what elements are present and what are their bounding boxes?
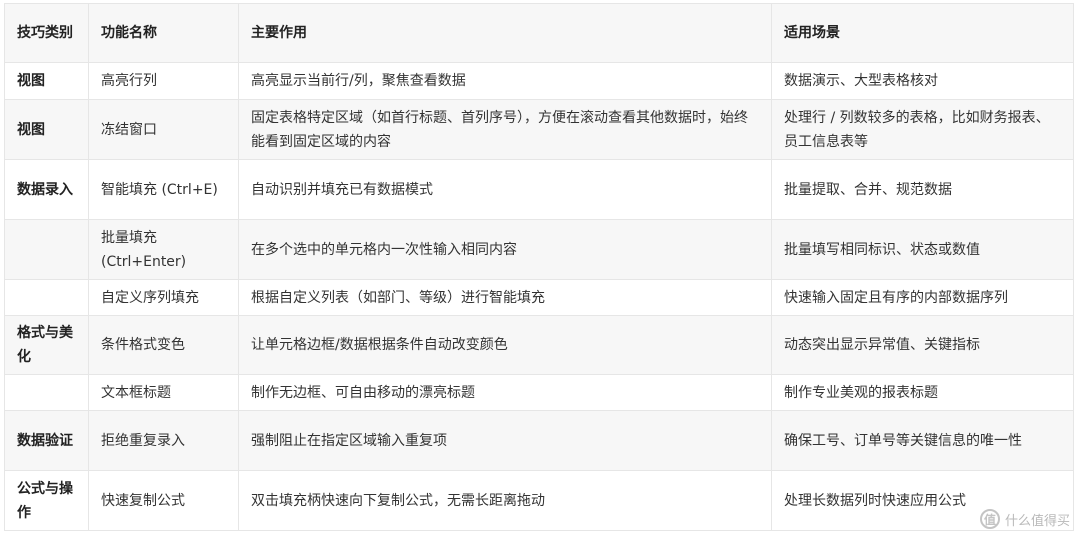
scenario-cell: 处理行 / 列数较多的表格，比如财务报表、员工信息表等	[771, 99, 1074, 160]
header-row: 技巧类别 功能名称 主要作用 适用场景	[4, 3, 1074, 63]
table-row: 批量填充 (Ctrl+Enter) 在多个选中的单元格内一次性输入相同内容 批量…	[4, 219, 1074, 280]
category-cell: 数据验证	[4, 410, 89, 471]
category-cell	[4, 279, 89, 316]
category-cell: 格式与美化	[4, 315, 89, 375]
table-row: 格式与美化 条件格式变色 让单元格边框/数据根据条件自动改变颜色 动态突出显示异…	[4, 315, 1074, 375]
scenario-cell: 确保工号、订单号等关键信息的唯一性	[771, 410, 1074, 471]
table-row: 公式与操作 快速复制公式 双击填充柄快速向下复制公式，无需长距离拖动 处理长数据…	[4, 470, 1074, 531]
purpose-cell: 双击填充柄快速向下复制公式，无需长距离拖动	[238, 470, 772, 531]
feature-cell: 快速复制公式	[88, 470, 239, 531]
header-purpose: 主要作用	[238, 3, 772, 63]
feature-cell: 高亮行列	[88, 62, 239, 100]
feature-cell: 批量填充 (Ctrl+Enter)	[88, 219, 239, 280]
feature-cell: 条件格式变色	[88, 315, 239, 375]
table-row: 数据验证 拒绝重复录入 强制阻止在指定区域输入重复项 确保工号、订单号等关键信息…	[4, 410, 1074, 471]
header-feature: 功能名称	[88, 3, 239, 63]
header-category: 技巧类别	[4, 3, 89, 63]
feature-cell: 自定义序列填充	[88, 279, 239, 316]
purpose-cell: 固定表格特定区域（如首行标题、首列序号），方便在滚动查看其他数据时，始终能看到固…	[238, 99, 772, 160]
purpose-cell: 让单元格边框/数据根据条件自动改变颜色	[238, 315, 772, 375]
feature-cell: 拒绝重复录入	[88, 410, 239, 471]
table-row: 数据录入 智能填充 (Ctrl+E) 自动识别并填充已有数据模式 批量提取、合并…	[4, 159, 1074, 220]
feature-cell: 文本框标题	[88, 374, 239, 411]
category-cell	[4, 374, 89, 411]
scenario-cell: 制作专业美观的报表标题	[771, 374, 1074, 411]
purpose-cell: 在多个选中的单元格内一次性输入相同内容	[238, 219, 772, 280]
feature-cell: 冻结窗口	[88, 99, 239, 160]
feature-cell: 智能填充 (Ctrl+E)	[88, 159, 239, 220]
scenario-cell: 批量提取、合并、规范数据	[771, 159, 1074, 220]
scenario-cell: 动态突出显示异常值、关键指标	[771, 315, 1074, 375]
watermark: 值 什么值得买	[979, 509, 1070, 529]
purpose-cell: 制作无边框、可自由移动的漂亮标题	[238, 374, 772, 411]
purpose-cell: 高亮显示当前行/列，聚焦查看数据	[238, 62, 772, 100]
category-cell: 公式与操作	[4, 470, 89, 531]
category-cell: 视图	[4, 62, 89, 100]
table-row: 文本框标题 制作无边框、可自由移动的漂亮标题 制作专业美观的报表标题	[4, 374, 1074, 411]
category-cell: 数据录入	[4, 159, 89, 220]
watermark-text: 什么值得买	[1004, 513, 1070, 529]
table-row: 视图 冻结窗口 固定表格特定区域（如首行标题、首列序号），方便在滚动查看其他数据…	[4, 99, 1074, 160]
scenario-cell: 快速输入固定且有序的内部数据序列	[771, 279, 1074, 316]
purpose-cell: 强制阻止在指定区域输入重复项	[238, 410, 772, 471]
scenario-cell: 批量填写相同标识、状态或数值	[771, 219, 1074, 280]
scenario-cell: 数据演示、大型表格核对	[771, 62, 1074, 100]
table-row: 视图 高亮行列 高亮显示当前行/列，聚焦查看数据 数据演示、大型表格核对	[4, 62, 1074, 100]
purpose-cell: 自动识别并填充已有数据模式	[238, 159, 772, 220]
header-scenario: 适用场景	[771, 3, 1074, 63]
table-row: 自定义序列填充 根据自定义列表（如部门、等级）进行智能填充 快速输入固定且有序的…	[4, 279, 1074, 316]
category-cell: 视图	[4, 99, 89, 160]
purpose-cell: 根据自定义列表（如部门、等级）进行智能填充	[238, 279, 772, 316]
tips-table: 技巧类别 功能名称 主要作用 适用场景 视图 高亮行列 高亮显示当前行/列，聚焦…	[4, 3, 1074, 531]
smzdm-logo-icon: 值	[979, 509, 1000, 529]
category-cell	[4, 219, 89, 280]
